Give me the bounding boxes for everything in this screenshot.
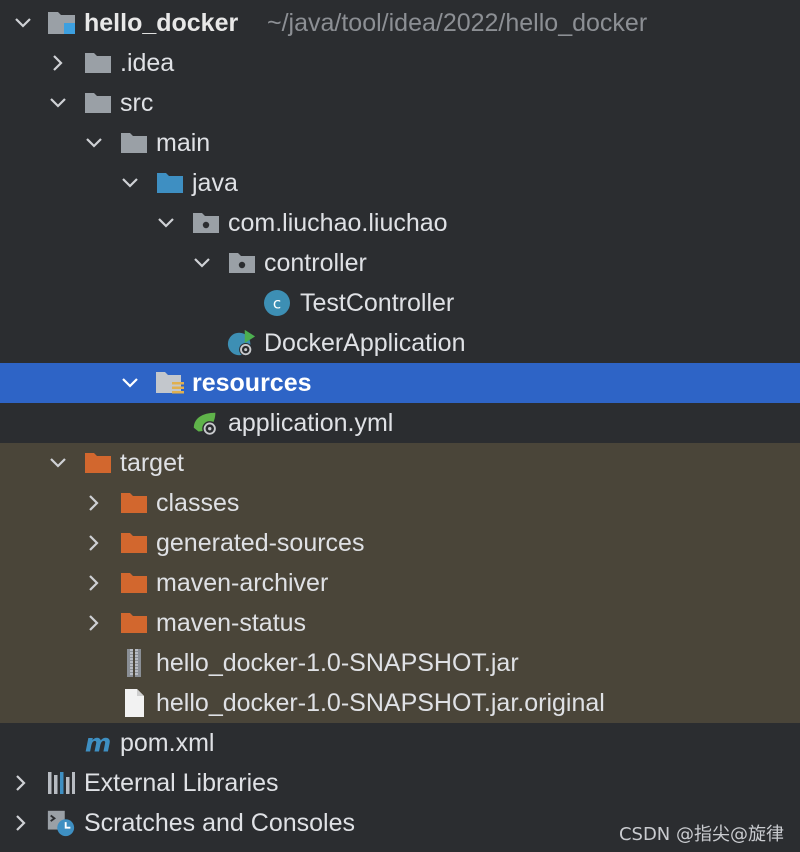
chevron-right-icon[interactable] xyxy=(81,563,107,603)
tree-label: hello_docker-1.0-SNAPSHOT.jar xyxy=(156,649,519,677)
tree-node-src[interactable]: src xyxy=(0,83,800,123)
tree-label: Scratches and Consoles xyxy=(84,809,355,837)
chevron-down-icon[interactable] xyxy=(117,363,143,403)
excluded-folder-icon xyxy=(119,523,149,563)
tree-label: DockerApplication xyxy=(264,329,466,357)
folder-icon xyxy=(83,43,113,83)
tree-label: java xyxy=(192,169,238,197)
tree-label: main xyxy=(156,129,211,157)
folder-icon xyxy=(119,123,149,163)
chevron-down-icon[interactable] xyxy=(81,123,107,163)
chevron-right-icon[interactable] xyxy=(8,803,34,843)
tree-label: TestController xyxy=(300,289,455,317)
excluded-folder-icon xyxy=(119,603,149,643)
scratches-icon xyxy=(46,803,76,843)
tree-node-test-controller[interactable]: c TestController xyxy=(0,283,800,323)
excluded-folder-icon xyxy=(83,443,113,483)
chevron-right-icon[interactable] xyxy=(81,523,107,563)
tree-node-application-yml[interactable]: application.yml xyxy=(0,403,800,443)
tree-node-java[interactable]: java xyxy=(0,163,800,203)
file-icon xyxy=(119,683,149,723)
project-tree: hello_docker ~/java/tool/idea/2022/hello… xyxy=(0,0,800,852)
tree-label: pom.xml xyxy=(120,729,215,757)
chevron-right-icon[interactable] xyxy=(45,43,71,83)
chevron-down-icon[interactable] xyxy=(117,163,143,203)
tree-node-maven-archiver[interactable]: maven-archiver xyxy=(0,563,800,603)
resources-folder-icon xyxy=(155,363,185,403)
tree-label: controller xyxy=(264,249,367,277)
tree-label: target xyxy=(120,449,184,477)
chevron-down-icon[interactable] xyxy=(45,83,71,123)
chevron-right-icon[interactable] xyxy=(8,763,34,803)
tree-node-pom[interactable]: m pom.xml xyxy=(0,723,800,763)
tree-node-idea[interactable]: .idea xyxy=(0,43,800,83)
folder-icon xyxy=(83,83,113,123)
tree-node-hello-docker[interactable]: hello_docker ~/java/tool/idea/2022/hello… xyxy=(0,3,800,43)
chevron-down-icon[interactable] xyxy=(10,3,36,43)
excluded-folder-icon xyxy=(119,483,149,523)
tree-node-main[interactable]: main xyxy=(0,123,800,163)
tree-node-generated-sources[interactable]: generated-sources xyxy=(0,523,800,563)
excluded-folder-icon xyxy=(119,563,149,603)
tree-label: classes xyxy=(156,489,240,517)
tree-node-classes[interactable]: classes xyxy=(0,483,800,523)
tree-node-controller[interactable]: controller xyxy=(0,243,800,283)
class-icon: c xyxy=(262,283,292,323)
svg-text:m: m xyxy=(85,728,111,757)
tree-node-external-libraries[interactable]: External Libraries xyxy=(0,763,800,803)
tree-label: generated-sources xyxy=(156,529,365,557)
tree-node-jar[interactable]: hello_docker-1.0-SNAPSHOT.jar xyxy=(0,643,800,683)
tree-label: hello_docker-1.0-SNAPSHOT.jar.original xyxy=(156,689,605,717)
tree-label: maven-archiver xyxy=(156,569,329,597)
tree-node-maven-status[interactable]: maven-status xyxy=(0,603,800,643)
chevron-down-icon[interactable] xyxy=(153,203,179,243)
chevron-down-icon[interactable] xyxy=(189,243,215,283)
tree-label: External Libraries xyxy=(84,769,279,797)
project-name: hello_docker xyxy=(84,9,239,37)
tree-node-package[interactable]: com.liuchao.liuchao xyxy=(0,203,800,243)
tree-node-target[interactable]: target xyxy=(0,443,800,483)
chevron-right-icon[interactable] xyxy=(81,603,107,643)
tree-node-docker-application[interactable]: DockerApplication xyxy=(0,323,800,363)
module-folder-icon xyxy=(47,3,77,43)
jar-archive-icon xyxy=(119,643,149,683)
tree-label: resources xyxy=(192,369,312,397)
tree-node-resources[interactable]: resources xyxy=(0,363,800,403)
svg-text:c: c xyxy=(273,295,281,313)
tree-label: .idea xyxy=(120,49,175,77)
source-folder-icon xyxy=(155,163,185,203)
watermark-text: CSDN @指尖@旋律 xyxy=(618,824,784,845)
maven-icon: m xyxy=(83,723,113,763)
tree-label: src xyxy=(120,89,154,117)
spring-boot-class-icon xyxy=(226,323,256,363)
libraries-icon xyxy=(46,763,76,803)
package-icon xyxy=(191,203,221,243)
project-path: ~/java/tool/idea/2022/hello_docker xyxy=(267,9,648,37)
tree-label: com.liuchao.liuchao xyxy=(228,209,448,237)
tree-node-jar-original[interactable]: hello_docker-1.0-SNAPSHOT.jar.original xyxy=(0,683,800,723)
chevron-right-icon[interactable] xyxy=(81,483,107,523)
tree-label: maven-status xyxy=(156,609,307,637)
chevron-down-icon[interactable] xyxy=(45,443,71,483)
spring-config-icon xyxy=(191,403,221,443)
package-icon xyxy=(227,243,257,283)
tree-label: application.yml xyxy=(228,409,394,437)
